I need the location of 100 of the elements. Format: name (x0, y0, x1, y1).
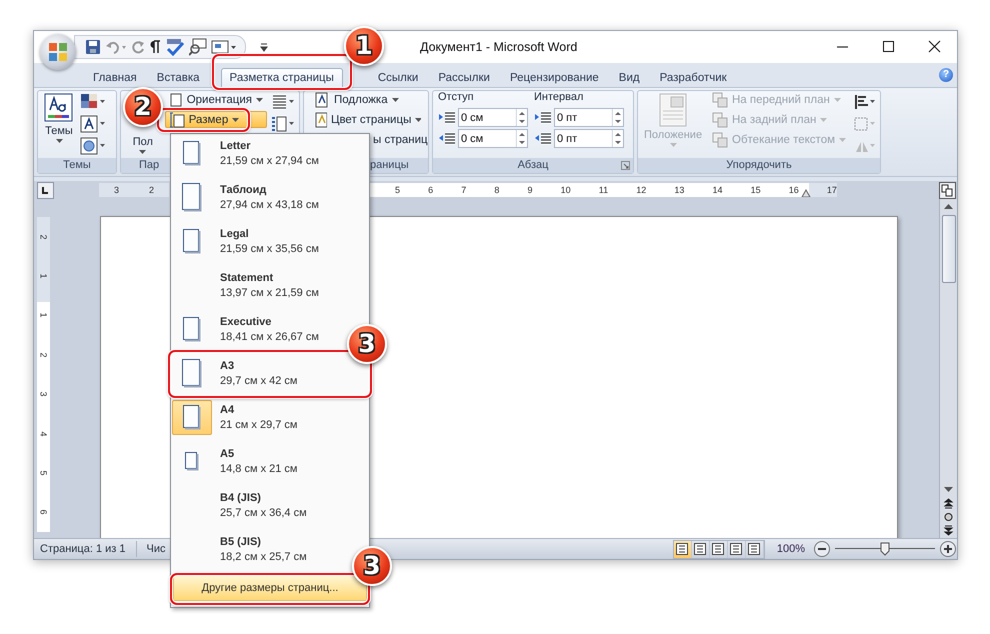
page-size-item[interactable]: Statement 13,97 см x 21,59 см (171, 266, 321, 305)
vertical-scrollbar[interactable] (939, 199, 957, 538)
spin-arrows-icon[interactable] (516, 129, 528, 148)
size-name: B5 (JIS) (220, 536, 262, 548)
more-page-sizes-button[interactable]: Другие размеры страниц... (173, 575, 367, 601)
caret-icon (834, 98, 841, 102)
print-preview-icon[interactable] (189, 38, 207, 56)
ribbon-tab[interactable]: Главная (84, 68, 146, 87)
theme-colors-icon[interactable] (80, 93, 106, 111)
word-count[interactable]: Чис (140, 543, 172, 555)
ruler-number: 11 (598, 185, 608, 195)
size-name: A4 (220, 404, 236, 416)
ruler-number: 10 (560, 185, 571, 195)
dialog-launcher-icon[interactable] (621, 161, 630, 170)
slider-thumb[interactable] (880, 542, 890, 556)
page-size-item[interactable]: Таблоид 27,94 см x 43,18 см (171, 178, 321, 217)
columns-icon[interactable] (270, 93, 296, 111)
spin-arrows-icon[interactable] (612, 129, 624, 148)
window-title: Документ1 - Microsoft Word (420, 40, 578, 54)
outline-layout-icon (729, 543, 744, 555)
ribbon-tab[interactable]: Разметка страницы (220, 68, 343, 87)
ribbon-tab[interactable]: Ссылки (368, 68, 428, 87)
size-dimensions: 13,97 см x 21,59 см (220, 287, 319, 299)
ruler-number: 7 (461, 185, 466, 195)
page-count[interactable]: Страница: 1 из 1 (34, 543, 132, 555)
page-size-item[interactable]: B5 (JIS) 18,2 см x 25,7 см (171, 530, 321, 569)
align-icon[interactable] (853, 93, 877, 111)
ruler-number: 17 (826, 185, 837, 195)
spellcheck-icon[interactable] (165, 38, 185, 56)
save-icon[interactable] (85, 39, 101, 55)
view-button[interactable] (674, 540, 692, 558)
ruler-number: 5 (38, 470, 48, 476)
ruler-number: 1 (38, 274, 48, 279)
layers-icon (712, 112, 728, 128)
caret-icon (256, 98, 263, 102)
zoom-level[interactable]: 100% (776, 543, 805, 555)
office-button[interactable] (40, 34, 76, 70)
size-name: Таблоид (220, 184, 268, 196)
spacing-icon (534, 132, 552, 146)
page-icon (183, 141, 201, 166)
caret-icon (392, 98, 399, 102)
orientation-button[interactable]: Ориентация (164, 91, 267, 108)
zoom-out-icon[interactable] (813, 540, 831, 558)
page-icon (183, 317, 201, 342)
view-button[interactable] (692, 540, 710, 558)
line-numbers-icon[interactable] (270, 115, 296, 133)
margins-button[interactable]: Пол (124, 134, 162, 158)
view-button[interactable] (710, 540, 728, 558)
themes-button[interactable]: Темы (41, 91, 77, 158)
pilcrow-icon[interactable] (149, 39, 161, 55)
caret-icon (839, 138, 846, 142)
ruler-number: 14 (712, 185, 722, 195)
tab-selector-icon[interactable] (37, 182, 54, 198)
zoom-slider[interactable] (835, 541, 935, 557)
view-ruler-icon[interactable] (939, 182, 956, 198)
page-size-icon (168, 112, 185, 128)
office-logo-icon (47, 41, 69, 63)
page-size-item[interactable]: B4 (JIS) 25,7 см x 36,4 см (171, 486, 321, 525)
theme-fonts-icon[interactable] (80, 115, 106, 133)
view-button[interactable] (728, 540, 746, 558)
ribbon-tab[interactable]: Рецензирование (500, 68, 608, 87)
size-dimensions: 18,2 см x 25,7 см (220, 551, 307, 563)
page-image-icon (659, 93, 687, 127)
ruler-number: 2 (148, 185, 154, 195)
spin-arrows-icon[interactable] (516, 108, 528, 127)
caret-icon (232, 118, 240, 122)
ruler-number: 13 (674, 185, 684, 195)
size-name: Executive (220, 316, 272, 328)
view-button[interactable] (746, 540, 764, 558)
print-layout-icon (675, 543, 690, 555)
size-dimensions: 21,59 см x 35,56 см (220, 243, 319, 255)
spin-arrows-icon[interactable] (612, 108, 624, 127)
ruler-number: 4 (38, 431, 48, 436)
page-icon (168, 92, 183, 106)
zoom-in-icon[interactable] (939, 540, 957, 558)
ribbon-tab[interactable]: Вид (610, 68, 649, 87)
ribbon-tab[interactable]: Разработчик (650, 68, 736, 87)
page-background-button[interactable]: Подложка (310, 91, 425, 108)
page-size-item[interactable]: A4 21 см x 29,7 см (171, 398, 321, 437)
layout-icon[interactable] (211, 39, 237, 55)
indent-marker-icon[interactable] (801, 189, 811, 197)
caret-icon (820, 118, 828, 122)
spacing-icon (534, 110, 552, 124)
ribbon-tab[interactable]: Рассылки (429, 68, 499, 87)
page-size-item[interactable]: Legal 21,59 см x 35,56 см (171, 222, 321, 261)
group-label: Абзац (433, 158, 633, 173)
size-dimensions: 27,94 см x 43,18 см (220, 199, 319, 211)
page-background-button[interactable]: Цвет страницы (310, 111, 425, 128)
page-size-item[interactable]: A5 14,8 см x 21 см (171, 442, 321, 481)
theme-effects-icon[interactable] (80, 137, 106, 155)
ribbon-tab[interactable]: Вставка (148, 68, 209, 87)
page-icon (182, 359, 202, 388)
size-button[interactable]: Размер (164, 111, 267, 128)
page-size-item[interactable]: A3 29,7 см x 42 см (171, 354, 321, 393)
page-icon (185, 452, 199, 471)
web-layout-icon (711, 543, 726, 555)
scrollbar-thumb[interactable] (942, 215, 956, 283)
indent-icon (438, 132, 456, 146)
customize-caret-icon[interactable] (260, 42, 268, 52)
page-size-item[interactable]: Executive 18,41 см x 26,67 см (171, 310, 321, 349)
